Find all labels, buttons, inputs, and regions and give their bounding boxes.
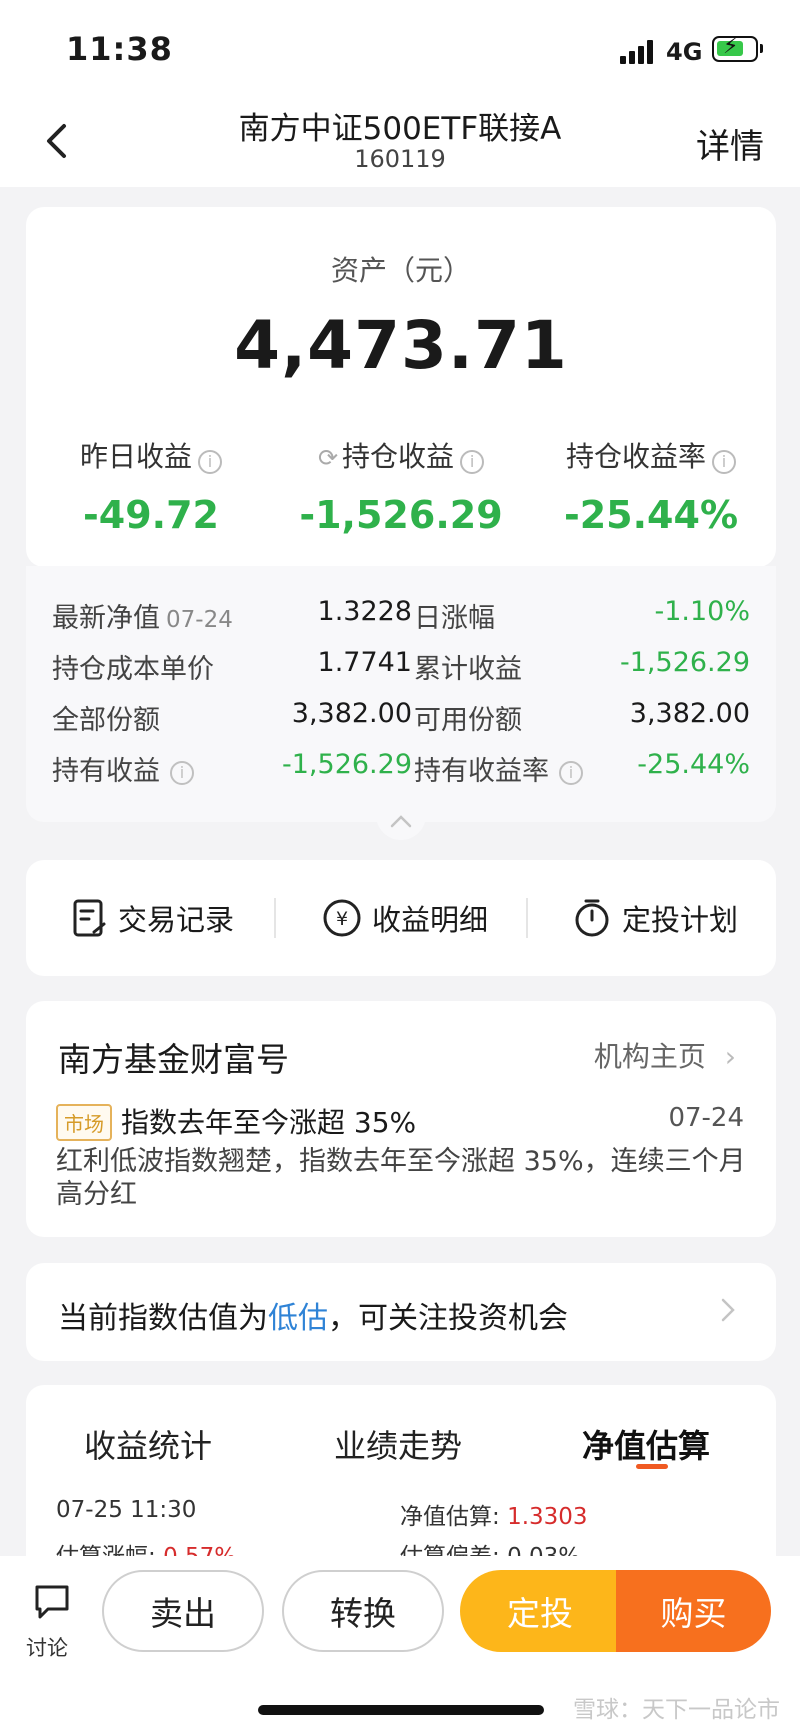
sip-plan-button[interactable]: 定投计划 bbox=[572, 896, 738, 940]
discuss-label: 讨论 bbox=[26, 1636, 68, 1660]
info-icon[interactable]: i bbox=[170, 760, 194, 785]
status-bar: 11:38 4G ⚡ bbox=[0, 0, 800, 95]
nav-bar: 南方中证500ETF联接A 160119 详情 bbox=[0, 95, 800, 187]
home-indicator[interactable] bbox=[258, 1705, 544, 1715]
market-tag: 市场 bbox=[56, 1104, 112, 1141]
tab-performance[interactable]: 业绩走势 bbox=[334, 1421, 462, 1467]
hold-label: 持有收益 bbox=[52, 756, 160, 787]
institution-home-link[interactable]: 机构主页 › bbox=[594, 1035, 736, 1075]
fund-code: 160119 bbox=[354, 145, 446, 173]
timer-icon bbox=[575, 899, 609, 937]
news-body: 红利低波指数翘楚，指数去年至今涨超 35%，连续三个月高分红 bbox=[56, 1146, 746, 1210]
divider bbox=[526, 898, 528, 938]
detail-row: 持仓成本单价 1.7741 累计收益 -1,526.29 bbox=[26, 647, 776, 687]
details-link[interactable]: 详情 bbox=[696, 119, 764, 168]
signal-icon bbox=[620, 40, 658, 64]
valuation-text: 当前指数估值为低估，可关注投资机会 bbox=[58, 1293, 568, 1337]
holding-details: 最新净值 07-24 1.3228 日涨幅 -1.10% 持仓成本单价 1.774… bbox=[26, 566, 776, 822]
tab-nav-estimate[interactable]: 净值估算 bbox=[582, 1421, 710, 1467]
cumulative-value: -1,526.29 bbox=[620, 647, 750, 678]
estimate-time: 07-25 11:30 bbox=[56, 1497, 197, 1523]
daily-change-label: 日涨幅 bbox=[414, 603, 495, 634]
sip-plan-label: 定投计划 bbox=[622, 903, 739, 937]
watermark: 雪球：天下一品论市 bbox=[573, 1697, 780, 1723]
document-icon bbox=[73, 899, 106, 937]
hold-rate-label: 持有收益率 bbox=[414, 756, 549, 787]
shares-value: 3,382.00 bbox=[291, 698, 412, 729]
metric-label: 持仓收益率 bbox=[565, 440, 706, 473]
metric-value: -1,526.29 bbox=[299, 493, 503, 537]
network-label: 4G bbox=[666, 38, 703, 66]
nav-value: 1.3228 bbox=[317, 596, 412, 627]
asset-value: 4,473.71 bbox=[234, 307, 568, 384]
status-time: 11:38 bbox=[66, 30, 173, 68]
chevron-right-icon bbox=[721, 1298, 735, 1322]
metric-holding: ⟳ 持仓收益 i -1,526.29 bbox=[276, 435, 526, 537]
available-shares-label: 可用份额 bbox=[414, 705, 522, 736]
hold-value: -1,526.29 bbox=[282, 749, 412, 780]
refresh-icon[interactable]: ⟳ bbox=[318, 444, 338, 472]
institution-home-label: 机构主页 bbox=[593, 1040, 706, 1073]
hold-rate-value: -25.44% bbox=[637, 749, 750, 780]
cost-value: 1.7741 bbox=[317, 647, 412, 678]
sip-button[interactable]: 定投 bbox=[460, 1570, 620, 1652]
detail-row: 全部份额 3,382.00 可用份额 3,382.00 bbox=[26, 698, 776, 738]
estimate-label: 净值估算: bbox=[400, 1504, 500, 1530]
buy-button[interactable]: 购买 bbox=[616, 1570, 771, 1652]
shares-label: 全部份额 bbox=[52, 705, 160, 736]
metric-value: -49.72 bbox=[83, 493, 219, 537]
svg-text:¥: ¥ bbox=[336, 908, 348, 930]
cumulative-label: 累计收益 bbox=[414, 654, 522, 685]
valuation-suffix: ，可关注投资机会 bbox=[328, 1301, 568, 1336]
valuation-prefix: 当前指数估值为 bbox=[58, 1301, 268, 1336]
asset-label: 资产（元） bbox=[330, 254, 471, 287]
valuation-card[interactable]: 当前指数估值为低估，可关注投资机会 bbox=[26, 1263, 776, 1361]
chevron-up-icon bbox=[390, 815, 412, 828]
trade-records-label: 交易记录 bbox=[118, 903, 235, 937]
earnings-detail-button[interactable]: ¥ 收益明细 bbox=[322, 896, 488, 940]
daily-change-value: -1.10% bbox=[654, 596, 750, 627]
news-source-title: 南方基金财富号 bbox=[58, 1040, 289, 1079]
active-tab-indicator bbox=[636, 1464, 668, 1469]
convert-button[interactable]: 转换 bbox=[282, 1570, 444, 1652]
actions-card: 交易记录 ¥ 收益明细 定投计划 bbox=[26, 860, 776, 976]
trade-records-button[interactable]: 交易记录 bbox=[72, 896, 234, 940]
yen-coin-icon: ¥ bbox=[323, 899, 361, 937]
fund-title: 南方中证500ETF联接A bbox=[238, 111, 562, 147]
info-icon[interactable]: i bbox=[712, 449, 736, 474]
estimate-value: 1.3303 bbox=[507, 1504, 588, 1530]
collapse-toggle[interactable] bbox=[376, 806, 426, 840]
battery-icon: ⚡ bbox=[712, 34, 763, 62]
metric-value: -25.44% bbox=[563, 493, 739, 537]
chat-bubble-icon bbox=[35, 1585, 69, 1619]
metric-yesterday: 昨日收益 i -49.72 bbox=[26, 435, 276, 537]
tab-earnings-stats[interactable]: 收益统计 bbox=[84, 1421, 212, 1467]
metric-label: 昨日收益 bbox=[79, 440, 192, 473]
nav-label: 最新净值 bbox=[52, 603, 160, 634]
detail-row: 持有收益 i -1,526.29 持有收益率 i -25.44% bbox=[26, 749, 776, 789]
news-headline[interactable]: 指数去年至今涨超 35% bbox=[121, 1101, 416, 1141]
news-date: 07-24 bbox=[668, 1103, 744, 1133]
available-shares-value: 3,382.00 bbox=[629, 698, 750, 729]
nav-date: 07-24 bbox=[166, 607, 233, 633]
chevron-right-icon: › bbox=[724, 1040, 736, 1073]
earnings-detail-label: 收益明细 bbox=[372, 903, 489, 937]
discuss-button[interactable] bbox=[30, 1582, 74, 1626]
asset-card: 资产（元） 4,473.71 昨日收益 i -49.72 ⟳ 持仓收益 i -1,52… bbox=[26, 207, 776, 567]
detail-row: 最新净值 07-24 1.3228 日涨幅 -1.10% bbox=[26, 596, 776, 636]
divider bbox=[274, 898, 276, 938]
valuation-highlight: 低估 bbox=[268, 1301, 328, 1336]
info-icon[interactable]: i bbox=[198, 449, 222, 474]
fund-news-card[interactable]: 南方基金财富号 机构主页 › 市场 指数去年至今涨超 35% 07-24 红利低… bbox=[26, 1001, 776, 1237]
info-icon[interactable]: i bbox=[460, 449, 485, 474]
metric-holding-rate: 持仓收益率 i -25.44% bbox=[526, 435, 776, 537]
metric-label: 持仓收益 bbox=[342, 440, 455, 473]
cost-label: 持仓成本单价 bbox=[52, 654, 214, 685]
sell-button[interactable]: 卖出 bbox=[102, 1570, 264, 1652]
